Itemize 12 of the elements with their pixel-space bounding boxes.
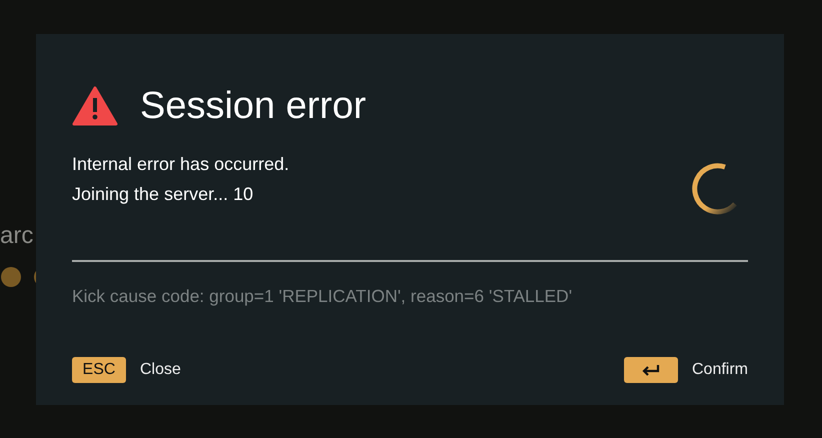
action-label: Confirm [692,361,748,379]
enter-key[interactable] [624,357,678,383]
message-text: Joining the server... 10 [72,184,254,205]
action-label: Close [140,361,181,379]
enter-icon [640,364,661,376]
warning-icon [72,86,118,126]
message-text: Internal error has occurred. [72,154,290,175]
esc-key[interactable]: ESC [72,357,126,383]
background-text: arc [0,222,34,250]
dots-icon [0,266,36,288]
kick-cause-text: Kick cause code: group=1 'REPLICATION', reason=6 'STALLED' [72,286,574,307]
dialog-title: Session error [140,84,366,128]
